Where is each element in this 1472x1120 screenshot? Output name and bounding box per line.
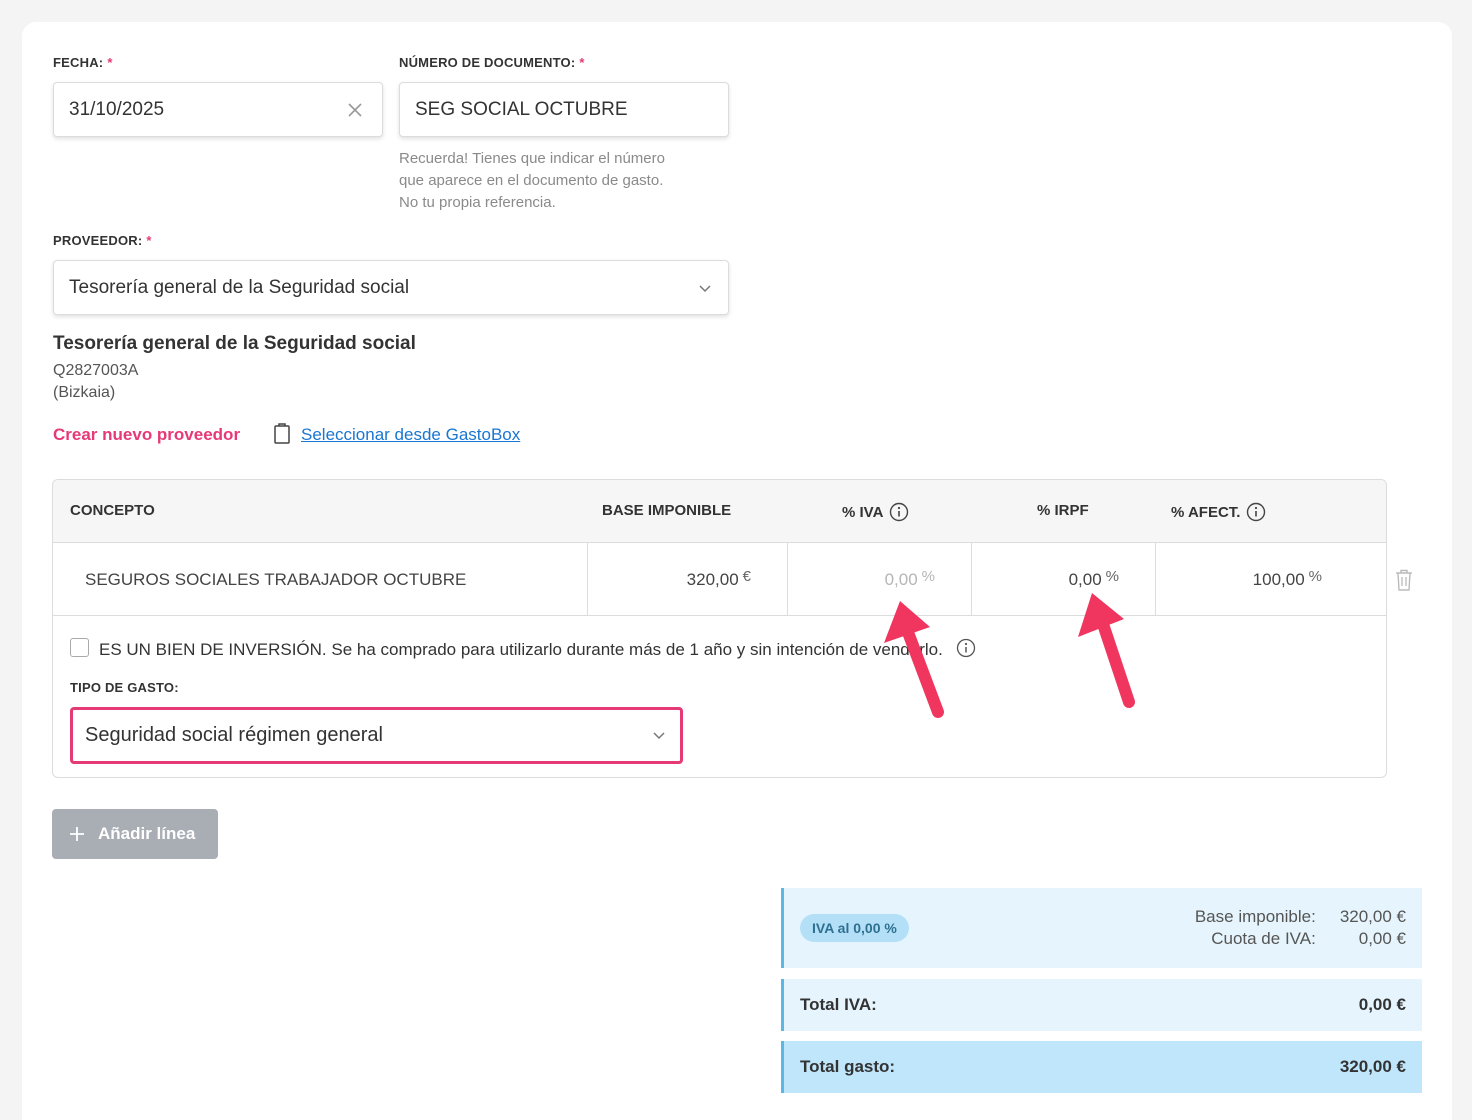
total-iva-box: Total IVA: 0,00 € (781, 979, 1422, 1031)
info-icon[interactable] (889, 502, 909, 522)
chevron-down-icon (699, 285, 711, 293)
proveedor-select-value: Tesorería general de la Seguridad social (69, 276, 410, 298)
numero-documento-value: SEG SOCIAL OCTUBRE (415, 98, 628, 120)
expense-lines-table: CONCEPTO BASE IMPONIBLE % IVA % IRPF % A… (52, 479, 1387, 778)
fecha-input[interactable]: 31/10/2025 (53, 82, 383, 137)
chevron-down-icon (653, 732, 665, 740)
numero-documento-hint: Recuerda! Tienes que indicar el número q… (399, 150, 665, 211)
table-row: SEGUROS SOCIALES TRABAJADOR OCTUBRE 320,… (53, 543, 1386, 616)
info-icon[interactable] (956, 638, 976, 658)
proveedor-select[interactable]: Tesorería general de la Seguridad social (53, 260, 729, 315)
inversion-checkbox[interactable] (70, 638, 89, 657)
header-base-imponible: BASE IMPONIBLE (602, 502, 732, 519)
tipo-gasto-select[interactable]: Seguridad social régimen general (70, 707, 683, 764)
select-from-gastobox-link[interactable]: Seleccionar desde GastoBox (301, 425, 520, 445)
create-provider-link[interactable]: Crear nuevo proveedor (53, 425, 240, 445)
provider-region: (Bizkaia) (53, 384, 116, 401)
add-line-button[interactable]: Añadir línea (52, 809, 218, 859)
base-imponible-value: 320,00 € (1339, 907, 1406, 926)
cuota-iva-value: 0,00 € (1358, 929, 1406, 948)
base-imponible-input[interactable]: 320,00 € (588, 543, 788, 616)
info-icon[interactable] (1246, 502, 1266, 522)
total-gasto-label: Total gasto: (800, 1057, 896, 1076)
fecha-value: 31/10/2025 (69, 98, 165, 120)
concepto-input[interactable]: SEGUROS SOCIALES TRABAJADOR OCTUBRE (53, 543, 588, 616)
iva-breakdown: Base imponible: 320,00 € Cuota de IVA: 0… (1195, 907, 1406, 949)
afect-input[interactable]: 100,00% (1156, 543, 1386, 616)
fecha-label: FECHA: * (53, 55, 113, 70)
header-concepto: CONCEPTO (70, 502, 155, 519)
provider-nif: Q2827003A (53, 362, 139, 379)
proveedor-label: PROVEEDOR: * (53, 233, 152, 248)
iva-breakdown-box: IVA al 0,00 % Base imponible: 320,00 € C… (781, 888, 1422, 968)
tipo-gasto-label: TIPO DE GASTO: (70, 680, 179, 695)
header-afect: % AFECT. (1171, 502, 1266, 522)
trash-icon[interactable] (1394, 568, 1414, 592)
total-gasto-box: Total gasto: 320,00 € (781, 1041, 1422, 1093)
clipboard-icon (274, 423, 290, 444)
inversion-label: ES UN BIEN DE INVERSIÓN. Se ha comprado … (99, 638, 976, 660)
annotation-arrow-icon (1078, 593, 1135, 708)
iva-rate-badge: IVA al 0,00 % (800, 914, 909, 942)
plus-icon (70, 827, 84, 841)
total-iva-label: Total IVA: (800, 995, 877, 1014)
header-irpf: % IRPF (1037, 502, 1089, 519)
annotation-arrow-icon (884, 601, 944, 718)
table-header: CONCEPTO BASE IMPONIBLE % IVA % IRPF % A… (53, 480, 1386, 543)
total-iva-value: 0,00 € (1358, 995, 1406, 1014)
cuota-iva-label: Cuota de IVA: (1211, 929, 1316, 948)
header-iva: % IVA (842, 502, 909, 522)
provider-name: Tesorería general de la Seguridad social (53, 333, 416, 354)
base-imponible-label: Base imponible: (1194, 907, 1316, 926)
total-gasto-value: 320,00 € (1339, 1057, 1406, 1076)
numero-documento-label: NÚMERO DE DOCUMENTO: * (399, 55, 585, 70)
tipo-gasto-value: Seguridad social régimen general (85, 724, 383, 746)
numero-documento-input[interactable]: SEG SOCIAL OCTUBRE (399, 82, 729, 137)
clear-icon[interactable] (346, 101, 364, 119)
